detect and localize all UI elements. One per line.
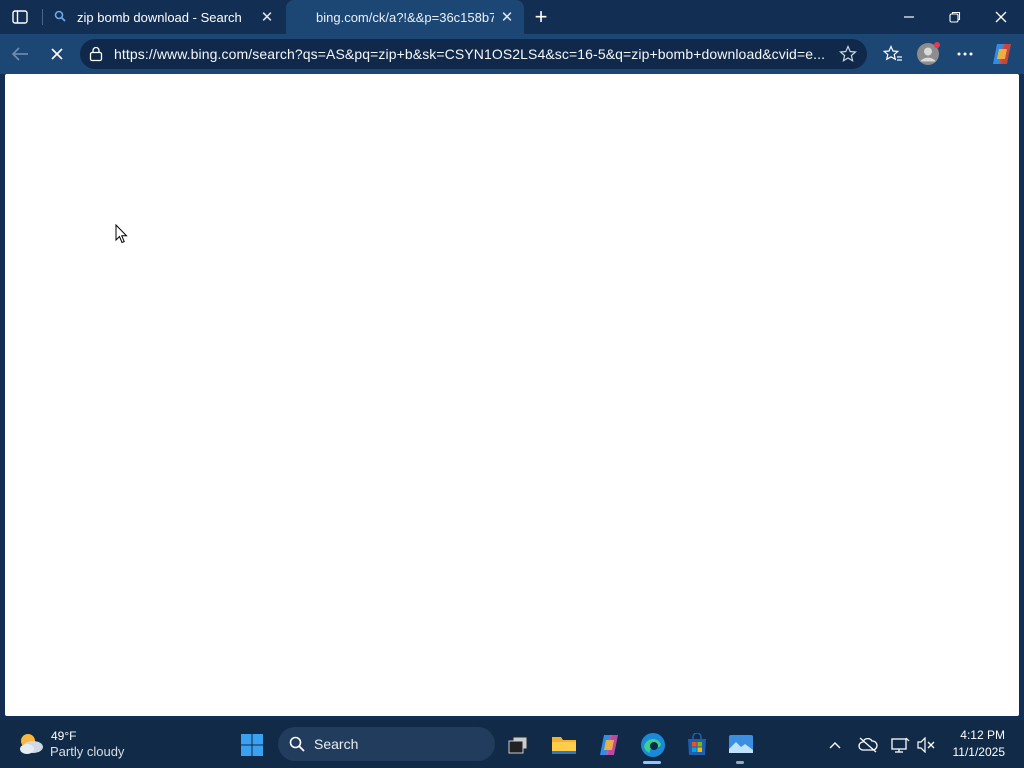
photos-app-button[interactable] xyxy=(723,727,759,763)
lock-icon[interactable] xyxy=(89,46,105,62)
page-content[interactable] xyxy=(5,74,1019,716)
copilot-button[interactable] xyxy=(988,40,1016,68)
network-icon xyxy=(891,737,910,753)
onedrive-status-button[interactable] xyxy=(852,727,884,763)
minimize-button[interactable] xyxy=(886,0,932,34)
chevron-up-icon xyxy=(829,742,841,749)
edge-active-indicator xyxy=(643,761,661,764)
photos-running-indicator xyxy=(736,761,744,764)
edge-icon xyxy=(641,733,665,757)
folder-icon xyxy=(552,737,576,754)
favorites-icon xyxy=(883,45,902,61)
restore-icon xyxy=(949,11,961,23)
tab-divider xyxy=(42,9,43,25)
taskbar-search-placeholder: Search xyxy=(314,736,359,752)
back-button[interactable] xyxy=(6,41,34,67)
favorites-button[interactable] xyxy=(880,41,906,67)
task-view-icon xyxy=(508,736,528,754)
taskbar-search-box[interactable]: Search xyxy=(278,727,495,761)
cloud-offline-icon xyxy=(858,737,878,753)
windows-logo-icon xyxy=(241,734,263,756)
show-hidden-icons-button[interactable] xyxy=(820,727,850,763)
tab-search[interactable]: zip bomb download - Search ✕ xyxy=(46,0,284,34)
tab-title: zip bomb download - Search xyxy=(77,9,242,25)
mouse-cursor-icon xyxy=(115,223,129,244)
weather-temperature: 49°F xyxy=(51,729,77,743)
copilot-icon xyxy=(600,735,618,755)
tab-bing-redirect[interactable]: bing.com/ck/a?!&&p=36c158b70 ✕ xyxy=(286,0,524,34)
more-icon xyxy=(957,52,973,56)
copilot-app-button[interactable] xyxy=(591,727,627,763)
clock-time[interactable]: 4:12 PM xyxy=(960,728,1005,742)
profile-button[interactable] xyxy=(914,40,942,68)
back-arrow-icon xyxy=(11,47,28,61)
plus-icon: + xyxy=(534,4,548,29)
new-tab-button[interactable]: + xyxy=(528,4,554,30)
address-bar[interactable]: https://www.bing.com/search?qs=AS&pq=zip… xyxy=(80,39,867,69)
avatar-icon xyxy=(917,42,940,65)
stop-loading-button[interactable] xyxy=(44,41,70,67)
photos-icon xyxy=(729,735,753,753)
close-icon xyxy=(995,11,1007,23)
store-icon xyxy=(688,733,706,755)
close-tab-icon[interactable]: ✕ xyxy=(498,8,516,26)
microsoft-store-button[interactable] xyxy=(679,727,715,763)
weather-condition: Partly cloudy xyxy=(50,744,125,759)
minimize-icon xyxy=(904,16,914,18)
browser-window: zip bomb download - Search ✕ bing.com/ck… xyxy=(0,0,1024,720)
tab-bar: zip bomb download - Search ✕ bing.com/ck… xyxy=(0,0,1024,34)
clock-date[interactable]: 11/1/2025 xyxy=(953,745,1006,759)
task-view-button[interactable] xyxy=(500,727,536,763)
search-icon xyxy=(289,736,305,752)
search-icon xyxy=(54,10,68,24)
settings-more-button[interactable] xyxy=(952,41,978,67)
start-button[interactable] xyxy=(234,727,270,763)
close-tab-icon[interactable]: ✕ xyxy=(258,8,276,26)
edge-browser-button[interactable] xyxy=(635,727,671,763)
stop-icon xyxy=(51,48,63,60)
copilot-icon xyxy=(993,44,1011,64)
file-explorer-button[interactable] xyxy=(546,727,582,763)
partly-cloudy-icon xyxy=(16,730,46,756)
volume-muted-icon xyxy=(917,737,935,753)
close-window-button[interactable] xyxy=(978,0,1024,34)
favorite-star-icon[interactable] xyxy=(839,45,857,63)
url-text[interactable]: https://www.bing.com/search?qs=AS&pq=zip… xyxy=(114,39,830,69)
restore-button[interactable] xyxy=(932,0,978,34)
volume-button[interactable] xyxy=(911,727,941,763)
tab-title: bing.com/ck/a?!&&p=36c158b70 xyxy=(316,9,494,25)
tab-actions-icon[interactable] xyxy=(8,6,32,28)
